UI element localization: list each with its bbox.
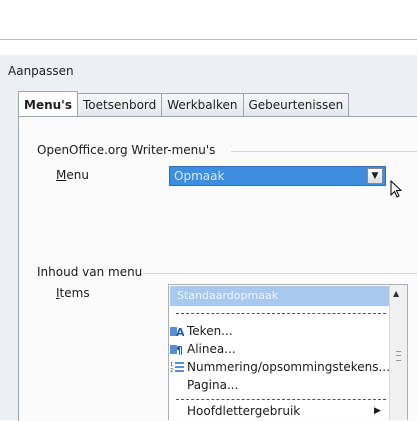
svg-text:A: A — [176, 326, 184, 337]
menus-group-line — [231, 151, 417, 152]
numbering-icon: 1 2 — [170, 362, 184, 373]
list-header-item[interactable]: Standaardopmaak — [170, 286, 389, 306]
list-separator — [176, 399, 386, 400]
menu-label-rest: enu — [66, 168, 89, 182]
list-item-pagina[interactable]: Pagina... — [170, 376, 389, 394]
scroll-grip-icon — [396, 351, 401, 361]
tab-events[interactable]: Gebeurtenissen — [242, 93, 350, 116]
menu-items-list[interactable]: Standaardopmaak A Teken... ¶ Alinea... 1… — [168, 284, 408, 420]
menus-group-title: OpenOffice.org Writer-menu's — [37, 143, 216, 157]
list-item-label: Nummering/opsommingstekens... — [187, 360, 390, 374]
menu-label: Menu — [56, 168, 89, 182]
items-label-rest: tems — [59, 286, 90, 300]
items-label: Items — [56, 286, 90, 300]
menu-select-value: Opmaak — [174, 169, 225, 183]
tab-menus[interactable]: Menu's — [18, 91, 78, 116]
list-item-hoofdlettergebruik[interactable]: Hoofdlettergebruik ▶ — [170, 402, 389, 420]
top-divider — [0, 39, 417, 40]
tab-bar: Menu's Toetsenbord Werkbalken Gebeurteni… — [18, 91, 350, 117]
tab-keyboard[interactable]: Toetsenbord — [76, 93, 163, 116]
list-item-label: Teken... — [187, 324, 233, 338]
list-item-teken[interactable]: A Teken... — [170, 322, 389, 340]
list-item-alinea[interactable]: ¶ Alinea... — [170, 340, 389, 358]
scroll-up-icon[interactable]: ▲ — [393, 289, 399, 298]
svg-text:2: 2 — [170, 368, 173, 373]
mouse-pointer-icon — [390, 180, 403, 198]
list-item-label: Pagina... — [187, 378, 239, 392]
tab-toolbars[interactable]: Werkbalken — [161, 93, 244, 116]
svg-text:¶: ¶ — [176, 344, 183, 355]
paragraph-icon: ¶ — [170, 344, 183, 355]
top-blank-area — [0, 0, 417, 40]
list-item-label: Alinea... — [187, 342, 236, 356]
menu-select[interactable]: Opmaak ▼ — [169, 166, 386, 186]
content-group-line — [143, 273, 417, 274]
menu-label-mnemonic: M — [56, 168, 67, 182]
list-scrollbar[interactable]: ▲ — [389, 285, 407, 420]
list-item-nummering[interactable]: 1 2 Nummering/opsommingstekens... — [170, 358, 390, 376]
character-icon: A — [170, 326, 184, 337]
dialog-title: Aanpassen — [8, 64, 74, 78]
submenu-arrow-icon: ▶ — [374, 406, 381, 416]
list-item-label: Hoofdlettergebruik — [187, 404, 301, 418]
list-separator — [176, 313, 386, 314]
content-group-title: Inhoud van menu — [37, 265, 143, 279]
chevron-down-icon[interactable]: ▼ — [367, 168, 383, 184]
